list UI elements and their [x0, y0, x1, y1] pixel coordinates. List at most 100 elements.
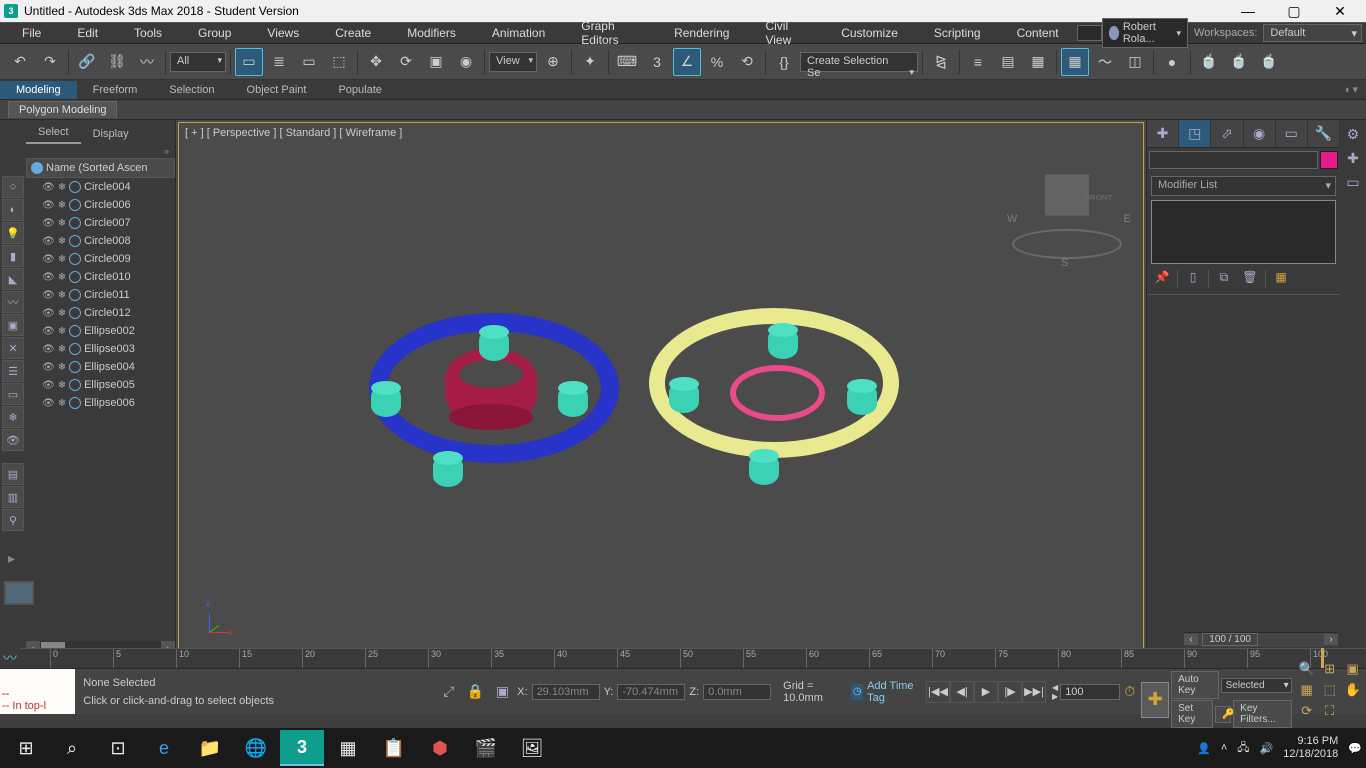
menu-edit[interactable]: Edit [59, 23, 116, 43]
goto-end-button[interactable]: ▶▶| [1022, 681, 1046, 703]
render-production-button[interactable]: 🍵 [1255, 48, 1283, 76]
object-cylinder-2[interactable] [371, 385, 401, 417]
filter-groups-icon[interactable]: ▣ [2, 314, 24, 336]
spinner-snap-button[interactable]: ⟲ [733, 48, 761, 76]
side-tool-3[interactable]: ▭ [1342, 174, 1364, 196]
coord-y-input[interactable]: -70.474mm [617, 684, 685, 700]
menu-scripting[interactable]: Scripting [916, 23, 999, 43]
key-mode-toggle[interactable]: ◀▶ [1052, 683, 1058, 701]
tray-network-icon[interactable]: 🖧 [1237, 739, 1249, 758]
show-end-result-button[interactable]: ▯ [1182, 270, 1204, 290]
layer-explorer-button[interactable]: ▦ [1024, 48, 1052, 76]
render-frame-button[interactable]: 🍵 [1225, 48, 1253, 76]
mirror-button[interactable]: ⧎ [927, 48, 955, 76]
scene-explorer-config-icon[interactable]: ▤ [2, 463, 24, 485]
pan-button[interactable]: ✋ [1342, 682, 1364, 702]
previous-frame-button[interactable]: ◀| [950, 681, 974, 703]
object-cylinder-3[interactable] [558, 385, 588, 417]
link-button[interactable]: 🔗 [73, 48, 101, 76]
material-editor-button[interactable]: ● [1158, 48, 1186, 76]
reference-coord-dropdown[interactable]: View [489, 52, 537, 72]
menu-animation[interactable]: Animation [474, 23, 563, 43]
filter-geometry-icon[interactable]: ○ [2, 176, 24, 198]
ribbon-tab-modeling[interactable]: Modeling [0, 81, 77, 99]
schematic-view-button[interactable]: ◫ [1121, 48, 1149, 76]
taskbar-edge[interactable]: e [142, 730, 186, 766]
scene-explorer-search-icon[interactable]: ⚲ [2, 509, 24, 531]
object-ring-pink[interactable] [730, 365, 825, 421]
taskbar-calculator[interactable]: ▦ [326, 730, 370, 766]
taskbar-app1[interactable]: ⬢ [418, 730, 462, 766]
add-time-tag-button[interactable]: ◷ Add Time Tag [845, 669, 922, 714]
scene-item[interactable]: 👁❄Circle004 [26, 178, 175, 196]
menu-views[interactable]: Views [249, 23, 317, 43]
filter-frozen-icon[interactable]: ❄ [2, 406, 24, 428]
modifier-stack[interactable] [1151, 200, 1336, 264]
taskbar-3dsmax[interactable]: 3 [280, 730, 324, 766]
menu-rendering[interactable]: Rendering [656, 23, 747, 43]
scene-explorer-header[interactable]: Name (Sorted Ascen [26, 158, 175, 178]
scene-item[interactable]: 👁❄Circle008 [26, 232, 175, 250]
taskbar-video[interactable]: 🎬 [464, 730, 508, 766]
utilities-tab[interactable]: 🔧 [1308, 120, 1340, 147]
recent-files-dropdown[interactable] [1077, 25, 1102, 41]
filter-spacewarps-icon[interactable]: 〰 [2, 291, 24, 313]
taskbar-chrome[interactable]: 🌐 [234, 730, 278, 766]
object-cylinder-7[interactable] [847, 383, 877, 415]
viewport-layout-thumb[interactable] [4, 581, 34, 605]
scene-item[interactable]: 👁❄Circle010 [26, 268, 175, 286]
configure-sets-button[interactable]: ▦ [1270, 270, 1292, 290]
scene-item[interactable]: 👁❄Ellipse004 [26, 358, 175, 376]
maximize-viewport-button[interactable]: ⛶ [1319, 703, 1341, 723]
minimize-button[interactable]: — [1234, 3, 1262, 20]
scene-item[interactable]: 👁❄Circle011 [26, 286, 175, 304]
zoom-extents-all-button[interactable]: ▦ [1296, 682, 1318, 702]
system-tray[interactable]: 👤 ˄ 🖧 🔊 9:16 PM 12/18/2018 💬 [1197, 735, 1362, 761]
object-cylinder-8[interactable] [749, 453, 779, 485]
tray-volume-icon[interactable]: 🔊 [1260, 742, 1274, 755]
scene-explorer-sort-icon[interactable]: ▥ [2, 486, 24, 508]
menu-customize[interactable]: Customize [823, 23, 916, 43]
maximize-button[interactable]: ▢ [1280, 3, 1308, 20]
filter-shapes-icon[interactable]: ◐ [2, 199, 24, 221]
filter-helpers-icon[interactable]: ◣ [2, 268, 24, 290]
ribbon-tab-freeform[interactable]: Freeform [77, 81, 154, 99]
render-setup-button[interactable]: 🍵 [1195, 48, 1223, 76]
object-color-swatch[interactable] [1320, 151, 1338, 169]
taskbar-explorer[interactable]: 📁 [188, 730, 232, 766]
task-view-button[interactable]: ⊡ [96, 730, 140, 766]
zoom-button[interactable]: 🔍 [1296, 661, 1318, 681]
scene-item[interactable]: 👁❄Ellipse005 [26, 376, 175, 394]
window-crossing-button[interactable]: ⬚ [325, 48, 353, 76]
selection-filter-dropdown[interactable]: All [170, 52, 226, 72]
filter-containers-icon[interactable]: ▭ [2, 383, 24, 405]
scene-explorer-tab-display[interactable]: Display [81, 124, 141, 144]
ribbon-tab-object-paint[interactable]: Object Paint [231, 81, 323, 99]
object-cylinder-6[interactable] [669, 381, 699, 413]
next-frame-button[interactable]: |▶ [998, 681, 1022, 703]
motion-tab[interactable]: ◉ [1244, 120, 1276, 147]
zoom-extents-button[interactable]: ▣ [1342, 661, 1364, 681]
setkey-button[interactable]: Set Key [1171, 700, 1213, 728]
taskbar-notepad[interactable]: 📋 [372, 730, 416, 766]
coord-z-input[interactable]: 0.0mm [703, 684, 771, 700]
keyboard-shortcut-button[interactable]: ⌨ [613, 48, 641, 76]
bind-spacewarp-button[interactable]: 〰 [133, 48, 161, 76]
workspaces-dropdown[interactable]: Default [1263, 24, 1362, 42]
scene-explorer-collapse[interactable]: » [26, 144, 175, 158]
undo-button[interactable]: ↶ [6, 48, 34, 76]
ribbon-panel-polygon-modeling[interactable]: Polygon Modeling [8, 101, 117, 118]
filter-cameras-icon[interactable]: ▮ [2, 245, 24, 267]
object-cylinder-1[interactable] [479, 329, 509, 361]
snap-toggle-button[interactable]: 3 [643, 48, 671, 76]
scene-item[interactable]: 👁❄Ellipse002 [26, 322, 175, 340]
set-keys-button[interactable]: ✚ [1141, 682, 1169, 718]
menu-tools[interactable]: Tools [116, 23, 180, 43]
object-cylinder-4[interactable] [433, 455, 463, 487]
align-button[interactable]: ≡ [964, 48, 992, 76]
select-and-rotate-button[interactable]: ⟳ [392, 48, 420, 76]
select-region-rect-button[interactable]: ▭ [295, 48, 323, 76]
ribbon-tab-selection[interactable]: Selection [153, 81, 230, 99]
menu-civil-view[interactable]: Civil View [747, 16, 823, 50]
curve-editor-button[interactable]: 〜 [1091, 48, 1119, 76]
